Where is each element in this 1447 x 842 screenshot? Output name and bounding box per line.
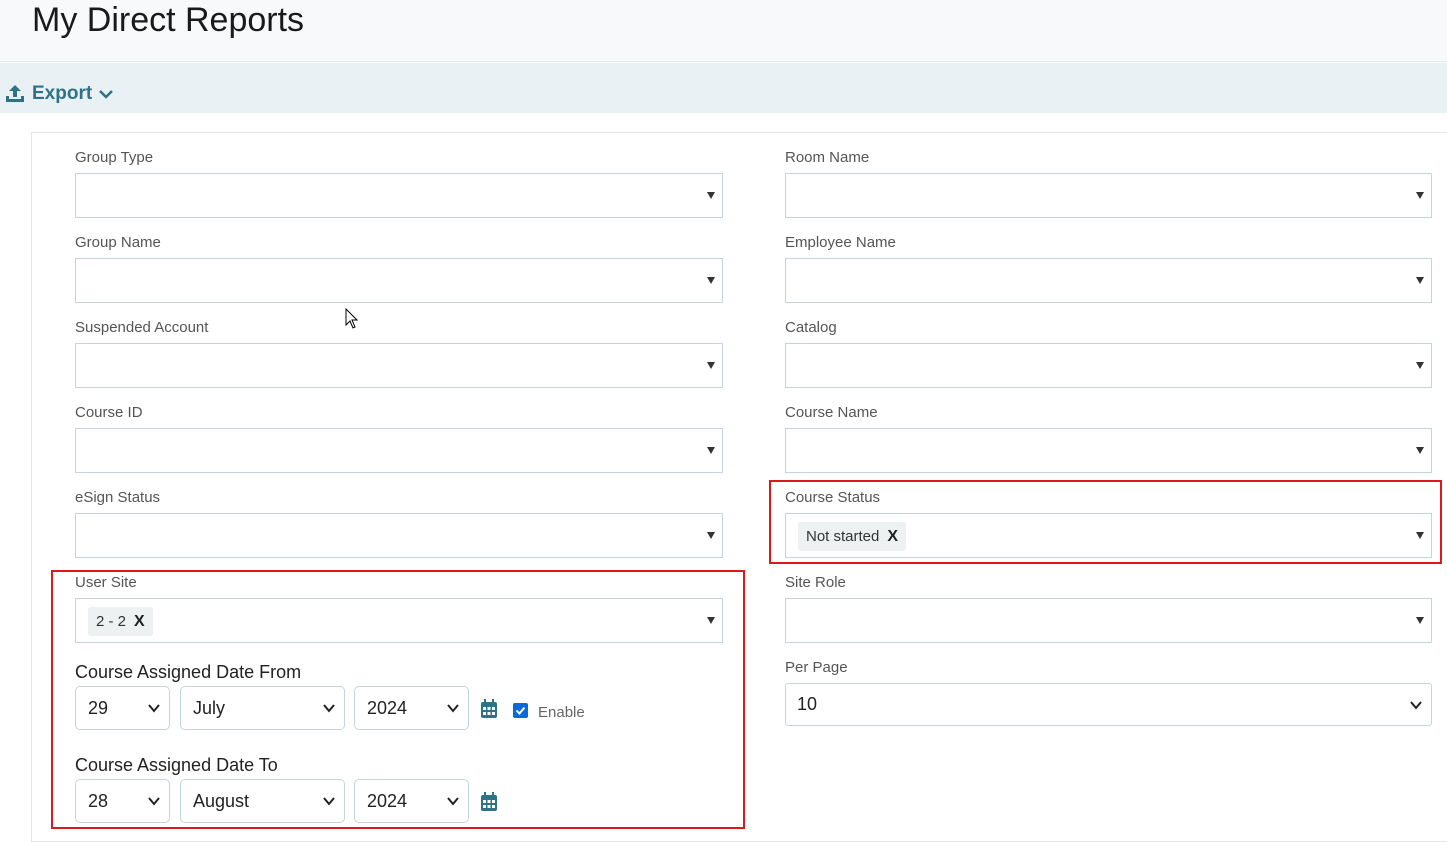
caret-down-icon (1416, 192, 1424, 199)
chevron-down-icon (323, 704, 335, 713)
employee-name-select[interactable] (785, 258, 1432, 303)
caret-down-icon (1416, 617, 1424, 624)
toolbar: Export (0, 63, 1447, 113)
export-button[interactable]: Export (4, 81, 114, 107)
course-id-select[interactable] (75, 428, 723, 473)
site-role-select[interactable] (785, 598, 1432, 643)
date-from-day-select[interactable]: 29 (75, 686, 170, 730)
chip-label: 2 - 2 (96, 613, 127, 630)
chevron-down-icon (148, 704, 160, 713)
date-to-month-select[interactable]: August (180, 779, 345, 823)
page-header: My Direct Reports (0, 0, 1447, 62)
upload-icon (4, 83, 26, 105)
course-status-label: Course Status (785, 489, 881, 506)
per-page-select[interactable]: 10 (785, 683, 1432, 726)
date-from-year-select[interactable]: 2024 (354, 686, 469, 730)
caret-down-icon (707, 277, 715, 284)
select-value: 28 (88, 790, 109, 811)
group-name-label: Group Name (75, 234, 161, 251)
chevron-down-icon (98, 86, 114, 102)
per-page-label: Per Page (785, 659, 848, 676)
room-name-select[interactable] (785, 173, 1432, 218)
calendar-icon[interactable] (480, 792, 498, 812)
date-from-month-select[interactable]: July (180, 686, 345, 730)
user-site-label: User Site (75, 574, 137, 591)
select-value: August (193, 790, 250, 811)
select-value: 10 (797, 694, 818, 714)
select-value: July (193, 697, 226, 718)
catalog-label: Catalog (785, 319, 837, 336)
chevron-down-icon (447, 704, 459, 713)
caret-down-icon (707, 447, 715, 454)
caret-down-icon (707, 532, 715, 539)
date-to-day-select[interactable]: 28 (75, 779, 170, 823)
caret-down-icon (1416, 532, 1424, 539)
date-to-year-select[interactable]: 2024 (354, 779, 469, 823)
export-label: Export (32, 83, 93, 104)
course-status-select[interactable]: Not started X (785, 513, 1432, 558)
caret-down-icon (707, 362, 715, 369)
group-type-label: Group Type (75, 149, 154, 166)
chevron-down-icon (1410, 701, 1422, 710)
esign-status-label: eSign Status (75, 489, 161, 506)
site-role-label: Site Role (785, 574, 846, 591)
select-value: 2024 (367, 697, 408, 718)
course-status-chip: Not started X (798, 522, 907, 551)
suspended-account-label: Suspended Account (75, 319, 209, 336)
select-value: 29 (88, 697, 109, 718)
caret-down-icon (1416, 447, 1424, 454)
caret-down-icon (707, 192, 715, 199)
course-name-label: Course Name (785, 404, 878, 421)
employee-name-label: Employee Name (785, 234, 896, 251)
filter-panel (31, 132, 1447, 842)
esign-status-select[interactable] (75, 513, 723, 558)
course-id-label: Course ID (75, 404, 143, 421)
suspended-account-select[interactable] (75, 343, 723, 388)
check-icon (515, 706, 526, 715)
group-type-select[interactable] (75, 173, 723, 218)
chip-remove-button[interactable]: X (887, 528, 898, 546)
course-name-select[interactable] (785, 428, 1432, 473)
page-title: My Direct Reports (32, 1, 305, 39)
mouse-cursor-icon (345, 308, 359, 329)
date-to-label: Course Assigned Date To (75, 755, 278, 775)
user-site-chip: 2 - 2 X (88, 607, 153, 636)
chevron-down-icon (323, 797, 335, 806)
enable-label: Enable (538, 704, 585, 721)
calendar-icon[interactable] (480, 699, 498, 719)
group-name-select[interactable] (75, 258, 723, 303)
caret-down-icon (1416, 362, 1424, 369)
select-value: 2024 (367, 790, 408, 811)
caret-down-icon (1416, 277, 1424, 284)
caret-down-icon (707, 617, 715, 624)
chevron-down-icon (148, 797, 160, 806)
date-from-label: Course Assigned Date From (75, 662, 302, 682)
user-site-select[interactable]: 2 - 2 X (75, 598, 723, 643)
room-name-label: Room Name (785, 149, 870, 166)
chip-remove-button[interactable]: X (134, 613, 145, 631)
catalog-select[interactable] (785, 343, 1432, 388)
chip-label: Not started (806, 528, 880, 545)
enable-checkbox[interactable] (513, 703, 528, 718)
chevron-down-icon (447, 797, 459, 806)
